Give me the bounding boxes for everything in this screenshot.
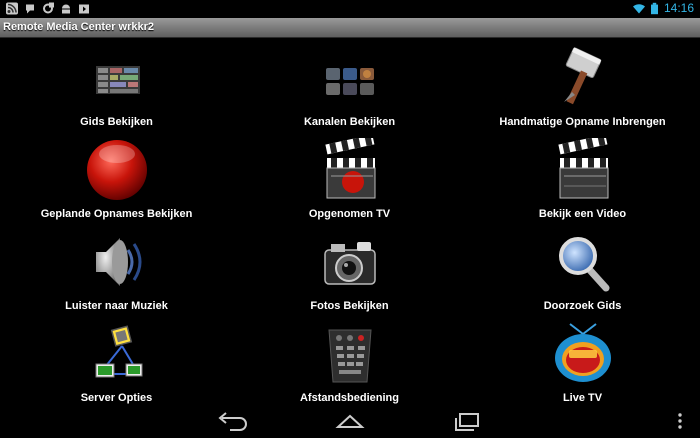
magnifier-icon xyxy=(558,237,609,292)
menu-item-kanalen-bekijken[interactable]: Kanalen Bekijken xyxy=(233,46,466,138)
rss-icon xyxy=(6,2,18,15)
menu-item-label: Doorzoek Gids xyxy=(543,300,622,312)
menu-item-label: Geplande Opnames Bekijken xyxy=(40,208,193,220)
menu-item-luister-muziek[interactable]: Luister naar Muziek xyxy=(0,230,233,322)
app-title: Remote Media Center wrkkr2 xyxy=(3,21,154,33)
menu-item-afstandsbediening[interactable]: Afstandsbediening xyxy=(233,322,466,414)
status-bar: 14:16 xyxy=(0,0,700,18)
network-icon xyxy=(95,325,142,378)
status-system: 14:16 xyxy=(632,1,694,15)
hammer-icon xyxy=(563,47,601,105)
back-icon[interactable] xyxy=(212,410,252,432)
menu-item-bekijk-video[interactable]: Bekijk een Video xyxy=(466,138,699,230)
menu-item-label: Handmatige Opname Inbrengen xyxy=(499,116,666,128)
menu-item-server-opties[interactable]: Server Opties xyxy=(0,322,233,414)
menu-item-label: Kanalen Bekijken xyxy=(303,116,396,128)
camera-icon xyxy=(323,242,376,285)
wifi-icon xyxy=(632,3,645,13)
notification-icon xyxy=(26,4,34,14)
menu-item-doorzoek-gids[interactable]: Doorzoek Gids xyxy=(466,230,699,322)
battery-icon xyxy=(650,2,658,14)
tv-icon xyxy=(554,323,611,382)
clapperboard-red-icon xyxy=(324,138,375,199)
home-icon[interactable] xyxy=(330,410,370,432)
menu-item-opgenomen-tv[interactable]: Opgenomen TV xyxy=(233,138,466,230)
overflow-menu-icon[interactable] xyxy=(670,410,690,432)
media-icon xyxy=(79,4,89,14)
menu-item-geplande-opnames[interactable]: Geplande Opnames Bekijken xyxy=(0,138,233,230)
menu-item-fotos-bekijken[interactable]: Fotos Bekijken xyxy=(233,230,466,322)
clapperboard-icon xyxy=(557,138,608,199)
clock: 14:16 xyxy=(663,1,694,15)
menu-item-label: Gids Bekijken xyxy=(80,116,153,128)
menu-item-label: Fotos Bekijken xyxy=(310,300,389,312)
remote-control-icon xyxy=(327,329,372,383)
menu-item-label: Afstandsbediening xyxy=(299,392,399,404)
menu-item-gids-bekijken[interactable]: Gids Bekijken xyxy=(0,46,233,138)
menu-item-label: Opgenomen TV xyxy=(308,208,391,220)
android-icon xyxy=(62,4,70,14)
menu-item-label: Server Opties xyxy=(80,392,153,404)
menu-item-live-tv[interactable]: Live TV xyxy=(466,322,699,414)
navigation-bar xyxy=(0,404,700,438)
speaker-icon xyxy=(95,238,141,286)
menu-item-handmatige-opname[interactable]: Handmatige Opname Inbrengen xyxy=(466,46,699,138)
menu-item-label: Bekijk een Video xyxy=(538,208,627,220)
channels-icon xyxy=(325,68,374,95)
status-notifications xyxy=(6,2,90,15)
app-title-bar: Remote Media Center wrkkr2 xyxy=(0,18,700,38)
menu-item-label: Live TV xyxy=(562,392,603,404)
recents-icon[interactable] xyxy=(448,410,488,432)
guide-grid-icon xyxy=(95,66,140,94)
sync-icon xyxy=(43,2,54,14)
menu-item-label: Luister naar Muziek xyxy=(65,300,168,312)
record-button-icon xyxy=(86,140,147,200)
